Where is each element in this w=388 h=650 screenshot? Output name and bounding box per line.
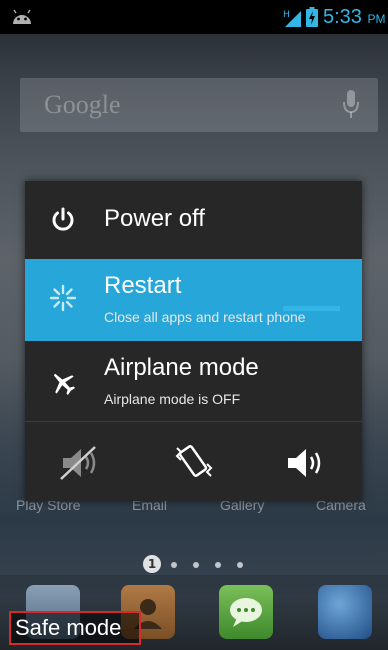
speech-bubble-icon bbox=[230, 598, 262, 627]
signal-icon: H bbox=[283, 10, 301, 27]
network-type-label: H bbox=[283, 10, 290, 20]
airplane-mode-label: Airplane mode bbox=[104, 354, 259, 381]
power-off-item[interactable]: Power off bbox=[25, 181, 362, 259]
page-dot bbox=[215, 562, 221, 568]
safe-mode-label: Safe mode bbox=[9, 611, 141, 645]
airplane-mode-status: Airplane mode is OFF bbox=[104, 391, 241, 407]
airplane-icon bbox=[53, 373, 76, 396]
restart-icon bbox=[49, 284, 77, 312]
android-notification-icon bbox=[13, 9, 31, 24]
page-dot bbox=[193, 562, 199, 568]
browser-icon[interactable] bbox=[318, 585, 372, 639]
page-indicator: 1 bbox=[143, 555, 253, 575]
restart-item[interactable]: Restart Close all apps and restart phone bbox=[25, 259, 362, 341]
sound-mode-selector bbox=[25, 422, 362, 501]
clock-ampm: PM bbox=[367, 12, 386, 26]
power-off-label: Power off bbox=[104, 205, 205, 232]
sound-on-mode-button[interactable] bbox=[250, 422, 362, 501]
restart-label: Restart bbox=[104, 272, 182, 299]
clock-time: 5:33 bbox=[323, 6, 362, 28]
page-indicator-current: 1 bbox=[143, 555, 161, 573]
power-icon bbox=[52, 207, 74, 231]
volume-on-icon bbox=[288, 449, 321, 477]
mic-icon[interactable] bbox=[342, 90, 360, 120]
search-placeholder: Google bbox=[44, 90, 121, 119]
silent-mode-button[interactable] bbox=[25, 422, 137, 501]
android-screen: H 5:33 PM Google Play Store Email Galler… bbox=[0, 0, 388, 650]
page-dot bbox=[171, 562, 177, 568]
vibrate-mode-button[interactable] bbox=[137, 422, 249, 501]
restart-subtitle: Close all apps and restart phone bbox=[104, 309, 306, 325]
status-bar: H 5:33 PM bbox=[0, 0, 388, 34]
battery-charging-icon bbox=[306, 7, 318, 27]
vibrate-icon bbox=[175, 445, 213, 477]
airplane-mode-item[interactable]: Airplane mode Airplane mode is OFF bbox=[25, 341, 362, 421]
volume-muted-icon bbox=[60, 446, 96, 480]
page-dot bbox=[237, 562, 243, 568]
status-clock: 5:33 PM bbox=[323, 6, 386, 29]
selected-sound-mode-indicator bbox=[283, 306, 340, 311]
google-search-bar[interactable]: Google bbox=[20, 78, 378, 132]
power-menu-dialog: Power off Restart Close all apps and res… bbox=[25, 181, 362, 501]
messaging-icon[interactable] bbox=[219, 585, 273, 639]
